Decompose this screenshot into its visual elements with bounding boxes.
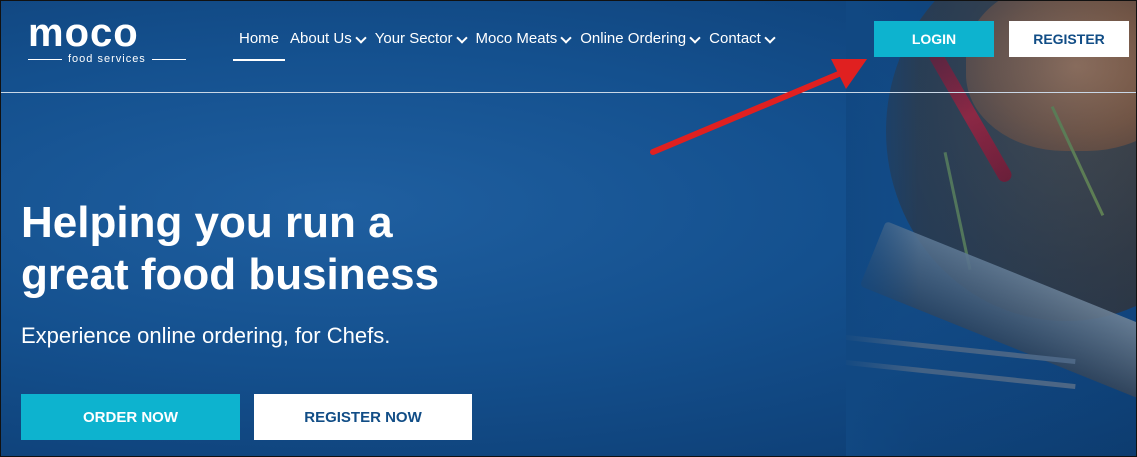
chevron-down-icon — [689, 32, 701, 44]
hero-food-image — [846, 1, 1136, 456]
nav-item-your-sector[interactable]: Your Sector — [370, 29, 471, 59]
chevron-down-icon — [455, 32, 468, 44]
hero-title-line: great food business — [21, 250, 440, 299]
nav-item-label: Your Sector — [374, 30, 453, 47]
order-now-button[interactable]: ORDER NOW — [21, 394, 240, 440]
logo-dash — [28, 58, 62, 60]
nav-item-about-us[interactable]: About Us — [285, 29, 370, 59]
register-button[interactable]: REGISTER — [1009, 21, 1129, 57]
chevron-down-icon — [355, 32, 367, 44]
image-overlay — [846, 1, 1136, 456]
nav-item-label: Online Ordering — [580, 30, 687, 47]
hero-title-line: Helping you run a — [21, 198, 393, 247]
nav-item-label: Contact — [709, 30, 761, 47]
chevron-down-icon — [764, 32, 776, 44]
moco-logo[interactable]: moco food services — [28, 13, 186, 65]
chevron-down-icon — [560, 32, 572, 44]
login-button[interactable]: LOGIN — [874, 21, 994, 57]
register-now-button[interactable]: REGISTER NOW — [254, 394, 472, 440]
logo-wordmark: moco — [28, 11, 139, 55]
header-divider — [1, 92, 1136, 93]
annotation-arrow-icon — [650, 59, 867, 155]
hero-subtitle: Experience online ordering, for Chefs. — [21, 323, 391, 348]
nav-item-label: About Us — [290, 30, 352, 47]
nav-item-label: Moco Meats — [475, 30, 558, 47]
nav-item-moco-meats[interactable]: Moco Meats — [471, 29, 576, 59]
page-frame: moco food services Home About Us Your Se… — [0, 0, 1137, 457]
logo-dash — [151, 58, 186, 60]
nav-item-home[interactable]: Home — [233, 29, 286, 61]
logo-tagline: food services — [68, 53, 146, 65]
nav-item-label: Home — [239, 30, 280, 47]
hero-title: Helping you run a great food business — [21, 197, 541, 301]
